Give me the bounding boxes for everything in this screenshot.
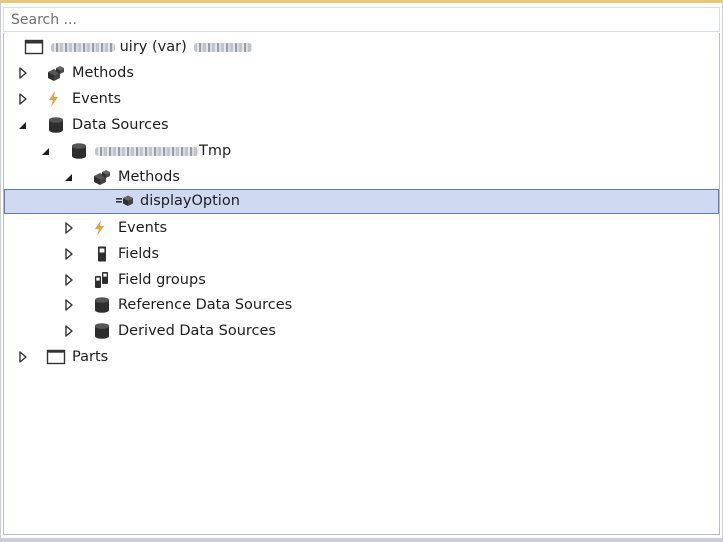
database-icon bbox=[92, 321, 112, 341]
expand-expanded-icon[interactable] bbox=[16, 118, 28, 132]
redacted-text bbox=[95, 146, 199, 156]
method-item-icon bbox=[115, 191, 135, 211]
tree-item-display-option[interactable]: displayOption bbox=[4, 189, 719, 214]
tree-item-label: Methods bbox=[118, 169, 180, 185]
search-input[interactable] bbox=[4, 8, 719, 31]
tree-item-label: Tmp bbox=[199, 143, 232, 159]
search-box[interactable] bbox=[3, 7, 720, 32]
tree-item-fields[interactable]: Fields bbox=[4, 242, 719, 266]
expand-expanded-icon[interactable] bbox=[39, 144, 51, 158]
application-explorer-panel: uiry (var) Methods Events bbox=[0, 0, 723, 542]
tree-item-methods[interactable]: Methods bbox=[4, 61, 719, 85]
form-icon bbox=[24, 37, 44, 57]
expand-collapsed-icon[interactable] bbox=[17, 66, 29, 80]
tree-item-label: Fields bbox=[118, 246, 160, 262]
tree-item-label: Reference Data Sources bbox=[118, 297, 293, 313]
tree-root[interactable]: uiry (var) bbox=[4, 35, 719, 59]
tree-item-label: Parts bbox=[72, 349, 109, 365]
tree-item-label: Data Sources bbox=[72, 117, 169, 133]
tree-item-field-groups[interactable]: Field groups bbox=[4, 268, 719, 292]
expand-expanded-icon[interactable] bbox=[62, 170, 74, 184]
tree-item-datasource-events[interactable]: Events bbox=[4, 216, 719, 240]
tree-item-label: Derived Data Sources bbox=[118, 323, 276, 339]
tree-item-label: Field groups bbox=[118, 272, 206, 288]
tree-root-label: uiry (var) bbox=[119, 39, 187, 55]
redacted-text bbox=[51, 42, 115, 52]
tree-item-data-sources[interactable]: Data Sources bbox=[4, 113, 719, 137]
database-icon bbox=[46, 115, 66, 135]
expand-collapsed-icon[interactable] bbox=[17, 92, 29, 106]
parts-icon bbox=[46, 347, 66, 367]
methods-icon bbox=[46, 63, 66, 83]
tree-item-label: displayOption bbox=[140, 193, 240, 209]
tree-item-datasource-tmp[interactable]: Tmp bbox=[4, 139, 719, 163]
lightning-icon bbox=[90, 218, 110, 238]
tree-item-events[interactable]: Events bbox=[4, 87, 719, 111]
expand-collapsed-icon[interactable] bbox=[63, 221, 75, 235]
redacted-text bbox=[194, 42, 253, 52]
expand-collapsed-icon[interactable] bbox=[17, 350, 29, 364]
field-icon bbox=[92, 244, 112, 264]
tree-item-label: Methods bbox=[72, 65, 134, 81]
methods-icon bbox=[92, 167, 112, 187]
tree-item-derived-data-sources[interactable]: Derived Data Sources bbox=[4, 319, 719, 343]
tree-item-datasource-methods[interactable]: Methods bbox=[4, 165, 719, 189]
database-icon bbox=[92, 295, 112, 315]
expand-collapsed-icon[interactable] bbox=[63, 273, 75, 287]
tree-item-parts[interactable]: Parts bbox=[4, 345, 719, 369]
expand-collapsed-icon[interactable] bbox=[63, 324, 75, 338]
database-icon bbox=[69, 141, 89, 161]
lightning-icon bbox=[44, 89, 64, 109]
tree-item-reference-data-sources[interactable]: Reference Data Sources bbox=[4, 293, 719, 317]
element-tree[interactable]: uiry (var) Methods Events Data Sources T… bbox=[3, 33, 720, 535]
tree-item-label: Events bbox=[118, 220, 168, 236]
expand-collapsed-icon[interactable] bbox=[63, 247, 75, 261]
field-group-icon bbox=[92, 270, 112, 290]
expand-collapsed-icon[interactable] bbox=[63, 298, 75, 312]
tree-item-label: Events bbox=[72, 91, 122, 107]
